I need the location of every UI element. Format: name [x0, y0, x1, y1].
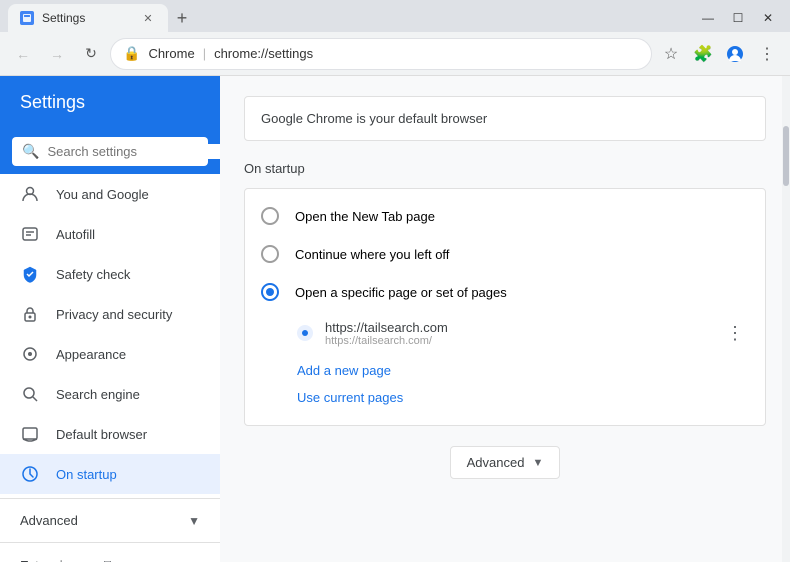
scrollbar-thumb[interactable]	[783, 126, 789, 186]
tab-title: Settings	[42, 11, 85, 25]
account-button[interactable]	[720, 39, 750, 69]
default-browser-banner: Google Chrome is your default browser	[244, 96, 766, 141]
sidebar-item-privacy-security[interactable]: Privacy and security	[0, 294, 220, 334]
url-more-button[interactable]: ⋮	[721, 319, 749, 347]
autofill-icon	[20, 224, 40, 244]
advanced-label: Advanced	[467, 455, 525, 470]
minimize-button[interactable]: —	[694, 8, 722, 28]
sidebar-item-appearance[interactable]: Appearance	[0, 334, 220, 374]
appearance-icon	[20, 344, 40, 364]
external-link-icon: ⧉	[104, 557, 113, 562]
url-scheme: Chrome	[148, 46, 194, 61]
menu-button[interactable]: ⋮	[752, 39, 782, 69]
person-icon	[20, 184, 40, 204]
url-main: https://tailsearch.com	[325, 320, 709, 335]
sidebar-label-search: Search engine	[56, 387, 140, 402]
browser-toolbar: ← → ↻ 🔒 Chrome | chrome://settings ☆ 🧩 ⋮	[0, 32, 790, 76]
sidebar-title: Settings	[0, 76, 220, 129]
scrollbar-track[interactable]	[782, 76, 790, 562]
startup-label-continue: Continue where you left off	[295, 247, 449, 262]
lock-icon	[20, 304, 40, 324]
title-bar: Settings ✕ + — ☐ ✕	[0, 0, 790, 32]
new-tab-button[interactable]: +	[168, 4, 196, 32]
sidebar-item-on-startup[interactable]: On startup	[0, 454, 220, 494]
window-controls: — ☐ ✕	[694, 8, 782, 32]
sidebar-label-on-startup: On startup	[56, 467, 117, 482]
radio-continue[interactable]	[261, 245, 279, 263]
chevron-down-icon: ▼	[188, 514, 200, 528]
sidebar-item-safety-check[interactable]: Safety check	[0, 254, 220, 294]
startup-label-new-tab: Open the New Tab page	[295, 209, 435, 224]
forward-button[interactable]: →	[42, 39, 72, 69]
radio-new-tab[interactable]	[261, 207, 279, 225]
startup-label-specific-page: Open a specific page or set of pages	[295, 285, 507, 300]
sidebar-item-you-and-google[interactable]: You and Google	[0, 174, 220, 214]
add-new-page-button[interactable]: Add a new page	[245, 355, 765, 386]
sidebar-label-default-browser: Default browser	[56, 427, 147, 442]
toolbar-actions: ☆ 🧩 ⋮	[656, 39, 782, 69]
advanced-chevron-icon: ▼	[532, 457, 543, 469]
address-bar[interactable]: 🔒 Chrome | chrome://settings	[110, 38, 652, 70]
active-tab[interactable]: Settings ✕	[8, 4, 168, 32]
startup-option-specific-page[interactable]: Open a specific page or set of pages	[245, 273, 765, 311]
sidebar-divider	[0, 498, 220, 499]
startup-option-continue[interactable]: Continue where you left off	[245, 235, 765, 273]
secure-icon: 🔒	[123, 45, 140, 62]
reload-button[interactable]: ↻	[76, 39, 106, 69]
sidebar-label-autofill: Autofill	[56, 227, 95, 242]
use-current-pages-button[interactable]: Use current pages	[245, 386, 765, 417]
url-sub: https://tailsearch.com/	[325, 335, 709, 347]
sidebar-label-appearance: Appearance	[56, 347, 126, 362]
tab-close-button[interactable]: ✕	[140, 10, 156, 26]
on-startup-title: On startup	[244, 161, 766, 176]
url-favicon	[297, 325, 313, 341]
advanced-btn-area: Advanced ▼	[244, 446, 766, 479]
sidebar-divider-2	[0, 542, 220, 543]
sidebar-label-you-and-google: You and Google	[56, 187, 149, 202]
url-entry: https://tailsearch.com https://tailsearc…	[245, 311, 765, 355]
sidebar-item-advanced[interactable]: Advanced ▼	[0, 503, 220, 538]
url-path: chrome://settings	[214, 46, 313, 61]
sidebar-label-privacy: Privacy and security	[56, 307, 172, 322]
startup-option-new-tab[interactable]: Open the New Tab page	[245, 197, 765, 235]
sidebar-extensions-label: Extensions	[20, 558, 84, 562]
settings-sidebar: Settings 🔍 You and Google Autofill	[0, 76, 220, 562]
search-settings-input[interactable]	[47, 144, 220, 159]
close-button[interactable]: ✕	[754, 8, 782, 28]
sidebar-item-autofill[interactable]: Autofill	[0, 214, 220, 254]
sidebar-item-extensions[interactable]: Extensions ⧉	[0, 547, 220, 562]
tab-favicon	[20, 11, 34, 25]
advanced-button[interactable]: Advanced ▼	[450, 446, 561, 479]
browser-content: Settings 🔍 You and Google Autofill	[0, 76, 790, 562]
bookmark-button[interactable]: ☆	[656, 39, 686, 69]
startup-icon	[20, 464, 40, 484]
sidebar-item-search-engine[interactable]: Search engine	[0, 374, 220, 414]
back-button[interactable]: ←	[8, 39, 38, 69]
sidebar-item-default-browser[interactable]: Default browser	[0, 414, 220, 454]
sidebar-label-safety-check: Safety check	[56, 267, 130, 282]
startup-options-card: Open the New Tab page Continue where you…	[244, 188, 766, 426]
radio-specific-page[interactable]	[261, 283, 279, 301]
default-browser-icon	[20, 424, 40, 444]
shield-icon	[20, 264, 40, 284]
url-separator: |	[203, 46, 206, 61]
sidebar-advanced-label: Advanced	[20, 513, 78, 528]
search-icon: 🔍	[22, 143, 39, 160]
default-browser-text: Google Chrome is your default browser	[261, 111, 487, 126]
extensions-button[interactable]: 🧩	[688, 39, 718, 69]
main-settings-panel: Google Chrome is your default browser On…	[220, 76, 790, 562]
search-engine-icon	[20, 384, 40, 404]
url-text-block: https://tailsearch.com https://tailsearc…	[325, 320, 709, 347]
maximize-button[interactable]: ☐	[724, 8, 752, 28]
